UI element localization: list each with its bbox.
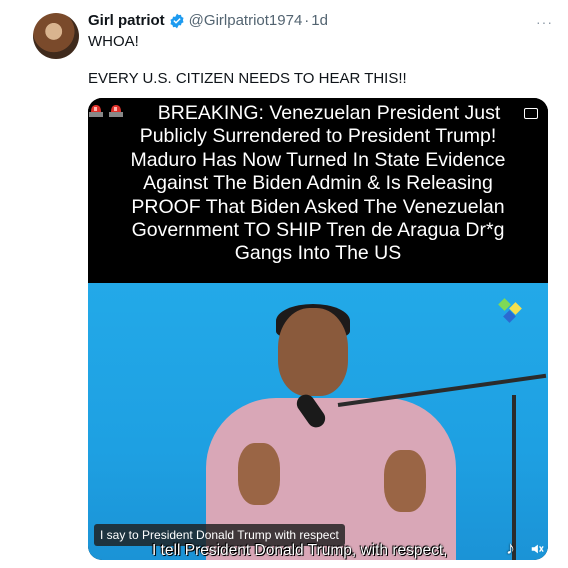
caption-line: Publicly Surrendered to President Trump! [139,125,497,148]
channel-logo-icon [498,298,522,323]
caption-overlay: BREAKING: Venezuelan President Just Publ… [88,98,548,283]
caption-icon[interactable] [524,108,538,119]
speaker-hand [238,443,280,505]
tweet-text-line2: EVERY U.S. CITIZEN NEEDS TO HEAR THIS!! [88,70,407,87]
siren-icon [109,105,123,117]
verified-badge-icon [170,13,184,28]
caption-line: Government TO SHIP Tren de Aragua Dr*g [131,219,505,242]
tweet-header: Girl patriot @Girlpatriot1974 · 1d [88,12,328,29]
separator: · [304,12,310,29]
caption-line: Against The Biden Admin & Is Releasing [143,172,493,195]
caption-line: Maduro Has Now Turned In State Evidence [130,148,506,171]
tiktok-icon: ♪ [506,538,515,558]
mic-pole [512,395,516,560]
caption-line: Gangs Into The US [234,242,402,265]
tweet-text-line1: WHOA! [88,33,139,50]
caption-line: PROOF That Biden Asked The Venezuelan [131,195,505,218]
speaker-hand [384,450,426,512]
avatar[interactable] [33,13,79,59]
speaker-head [278,308,348,396]
caption-line: BREAKING: Venezuelan President Just [157,102,501,124]
video-frame[interactable] [88,283,548,560]
more-icon[interactable]: ··· [536,14,553,30]
timestamp[interactable]: 1d [311,12,328,29]
siren-icon [89,105,103,117]
video-player[interactable]: BREAKING: Venezuelan President Just Publ… [88,98,548,560]
author-name[interactable]: Girl patriot [88,12,165,29]
volume-icon[interactable] [530,542,544,556]
subtitle-burned-in: I tell President Donald Trump, with resp… [152,542,448,559]
author-handle[interactable]: @Girlpatriot1974 [189,12,303,29]
